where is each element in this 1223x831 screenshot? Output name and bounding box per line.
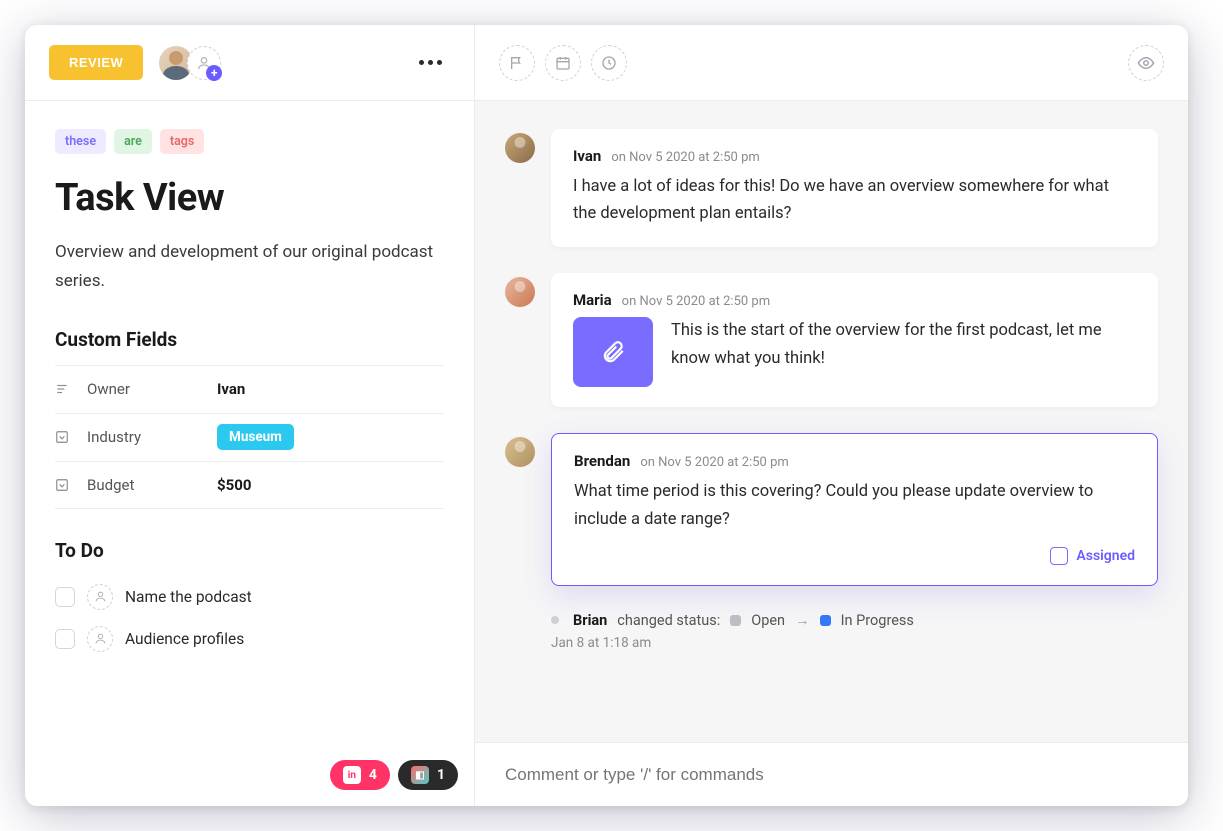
status-chip-progress-icon	[820, 615, 831, 626]
status-event: Brian changed status: Open → In Progress	[551, 612, 1158, 629]
todo-label: Audience profiles	[125, 630, 244, 648]
todo-label: Name the podcast	[125, 588, 252, 606]
todo-assignee-button[interactable]	[87, 626, 113, 652]
invision-icon: in	[343, 766, 361, 784]
right-header	[475, 25, 1188, 101]
avatar[interactable]	[505, 133, 535, 163]
field-label: Budget	[87, 476, 217, 494]
tag[interactable]: are	[114, 129, 152, 154]
todo-checkbox[interactable]	[55, 629, 75, 649]
clock-button[interactable]	[591, 45, 627, 81]
comment-bubble: Maria on Nov 5 2020 at 2:50 pm This is t…	[551, 273, 1158, 407]
left-body: these are tags Task View Overview and de…	[25, 101, 474, 806]
field-value-chip[interactable]: Museum	[217, 424, 294, 450]
comment-row: Ivan on Nov 5 2020 at 2:50 pm I have a l…	[505, 129, 1158, 247]
comment-body: This is the start of the overview for th…	[671, 317, 1136, 371]
comment-author: Ivan	[573, 147, 601, 165]
comment-bubble: Ivan on Nov 5 2020 at 2:50 pm I have a l…	[551, 129, 1158, 247]
left-header: REVIEW +	[25, 25, 474, 101]
comment-time: on Nov 5 2020 at 2:50 pm	[640, 455, 788, 470]
activity-feed[interactable]: Ivan on Nov 5 2020 at 2:50 pm I have a l…	[475, 101, 1188, 742]
add-assignee-button[interactable]: +	[187, 46, 221, 80]
comment-row: Brendan on Nov 5 2020 at 2:50 pm What ti…	[505, 433, 1158, 585]
tag[interactable]: these	[55, 129, 106, 154]
attachment-thumbnail[interactable]	[573, 317, 653, 387]
comment-time: on Nov 5 2020 at 2:50 pm	[611, 150, 759, 165]
assigned-checkbox[interactable]	[1050, 547, 1068, 565]
todo-section: To Do Name the podcast Audience profiles	[55, 539, 444, 660]
field-row-industry: Industry Museum	[55, 413, 444, 461]
comment-author: Brendan	[574, 452, 630, 470]
status-time: Jan 8 at 1:18 am	[551, 635, 1158, 651]
field-value[interactable]: Ivan	[217, 380, 245, 398]
todo-item: Audience profiles	[55, 618, 444, 660]
dropdown-icon	[55, 430, 75, 444]
left-panel: REVIEW + these are tags Task View Overvi…	[25, 25, 475, 806]
attachment-chips: in 4 ◧ 1	[330, 760, 458, 790]
invision-chip[interactable]: in 4	[330, 760, 390, 790]
invision-count: 4	[369, 767, 377, 783]
watch-button[interactable]	[1128, 45, 1164, 81]
todo-assignee-button[interactable]	[87, 584, 113, 610]
more-menu-button[interactable]	[411, 52, 450, 73]
right-panel: Ivan on Nov 5 2020 at 2:50 pm I have a l…	[475, 25, 1188, 806]
status-chip-open-icon	[730, 615, 741, 626]
comment-input[interactable]	[505, 765, 1158, 785]
review-button[interactable]: REVIEW	[49, 45, 143, 80]
custom-fields-heading: Custom Fields	[55, 328, 444, 351]
figma-icon: ◧	[411, 766, 429, 784]
comment-body: I have a lot of ideas for this! Do we ha…	[573, 173, 1136, 227]
comment-row: Maria on Nov 5 2020 at 2:50 pm This is t…	[505, 273, 1158, 407]
task-title: Task View	[55, 176, 444, 220]
field-row-owner: Owner Ivan	[55, 365, 444, 413]
comment-body: What time period is this covering? Could…	[574, 478, 1135, 532]
comment-author: Maria	[573, 291, 612, 309]
custom-fields-table: Owner Ivan Industry Museum Budget $500	[55, 365, 444, 509]
todo-item: Name the podcast	[55, 576, 444, 618]
dot-icon	[551, 616, 559, 624]
figma-count: 1	[437, 767, 445, 783]
todo-heading: To Do	[55, 539, 444, 562]
assigned-label: Assigned	[1076, 548, 1135, 564]
task-app-window: REVIEW + these are tags Task View Overvi…	[25, 25, 1188, 806]
status-author: Brian	[573, 612, 607, 629]
todo-checkbox[interactable]	[55, 587, 75, 607]
plus-icon: +	[206, 65, 222, 81]
field-row-budget: Budget $500	[55, 461, 444, 509]
dropdown-icon	[55, 478, 75, 492]
tags-row: these are tags	[55, 129, 444, 154]
field-label: Industry	[87, 428, 217, 446]
paperclip-icon	[600, 339, 626, 365]
arrow-icon: →	[795, 612, 810, 629]
avatar[interactable]	[505, 277, 535, 307]
comment-time: on Nov 5 2020 at 2:50 pm	[622, 294, 770, 309]
status-to: In Progress	[841, 612, 914, 629]
assigned-row: Assigned	[574, 547, 1135, 565]
text-icon	[55, 382, 75, 396]
status-from: Open	[751, 612, 785, 629]
task-description: Overview and development of our original…	[55, 238, 444, 296]
avatar[interactable]	[505, 437, 535, 467]
flag-button[interactable]	[499, 45, 535, 81]
status-action: changed status:	[617, 612, 720, 629]
comment-bubble-assigned: Brendan on Nov 5 2020 at 2:50 pm What ti…	[551, 433, 1158, 585]
field-value[interactable]: $500	[217, 476, 251, 494]
assignee-stack: +	[159, 46, 221, 80]
calendar-button[interactable]	[545, 45, 581, 81]
tag[interactable]: tags	[160, 129, 204, 154]
field-label: Owner	[87, 380, 217, 398]
figma-chip[interactable]: ◧ 1	[398, 760, 458, 790]
comment-input-bar	[475, 742, 1188, 806]
